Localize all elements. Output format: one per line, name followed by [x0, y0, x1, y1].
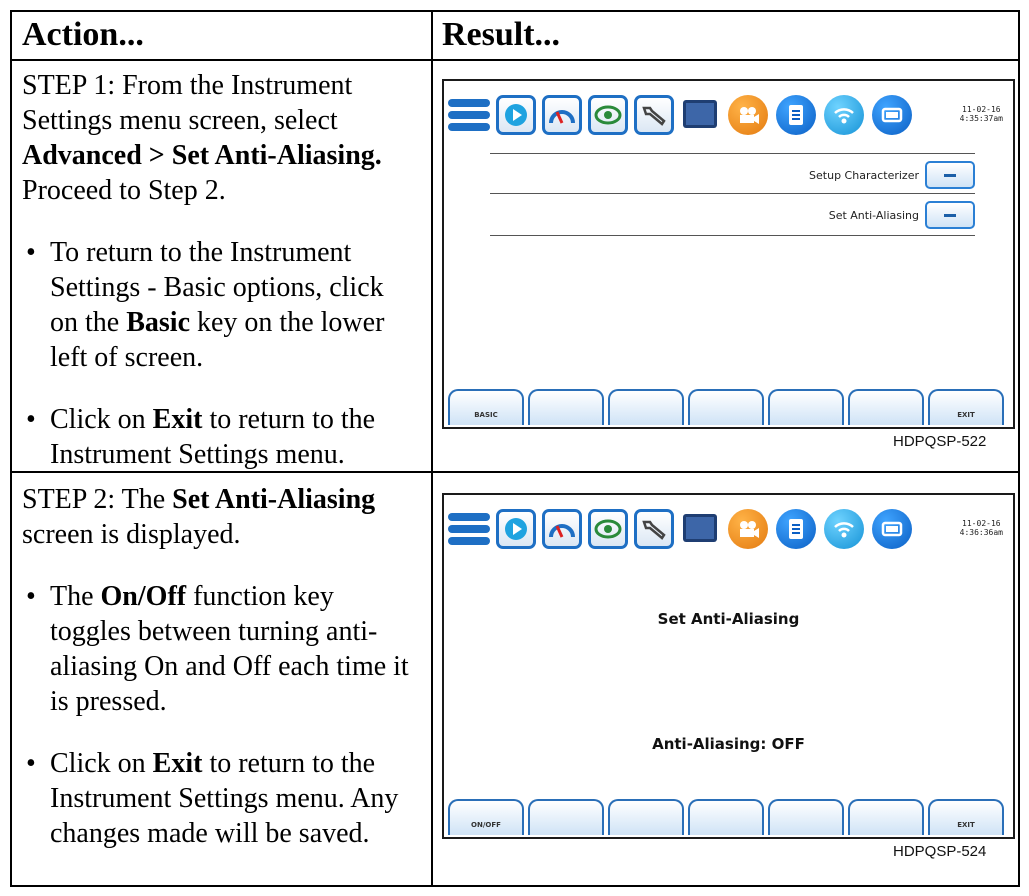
eye-icon[interactable] [588, 95, 628, 135]
exit-key-ref: Exit [152, 748, 203, 779]
bullet-line: toggles between turning anti- [50, 616, 378, 647]
date-text: 11-02-16 [962, 519, 1001, 528]
date-text: 11-02-16 [962, 105, 1001, 114]
play-icon[interactable] [496, 509, 536, 549]
bullet-line: Instrument Settings menu. [50, 439, 345, 470]
bullet-text: Click on [50, 748, 153, 779]
function-key-4[interactable] [688, 389, 764, 425]
step1-line: Settings menu screen, select [22, 105, 338, 136]
separator [490, 193, 975, 194]
step1-line: Proceed to Step 2. [22, 175, 226, 206]
column-divider [431, 12, 433, 885]
header-divider [12, 59, 1018, 61]
onoff-key-ref: On/Off [100, 581, 187, 612]
gauge-icon[interactable] [542, 95, 582, 135]
on-off-key[interactable]: ON/OFF [448, 799, 524, 835]
screen-set-anti-aliasing: 11-02-16 4:36:36am Set Anti-Aliasing Ant… [442, 493, 1015, 839]
bullet-line: Settings - Basic options, click [50, 272, 384, 303]
step1-line: STEP 1: From the Instrument [22, 70, 353, 101]
datetime-display: 11-02-16 4:35:37am [960, 105, 1003, 123]
wifi-icon[interactable] [824, 509, 864, 549]
function-key-3[interactable] [608, 799, 684, 835]
gauge-icon[interactable] [542, 509, 582, 549]
basic-key[interactable]: BASIC [448, 389, 524, 425]
step2-text: STEP 2: The [22, 484, 173, 515]
menu-icon[interactable] [448, 509, 490, 549]
step2-instructions: STEP 2: The Set Anti-Aliasing screen is … [22, 482, 422, 851]
function-key-bar: BASIC EXIT [448, 387, 1009, 425]
function-key-6[interactable] [848, 799, 924, 835]
camera-icon[interactable] [728, 95, 768, 135]
function-key-5[interactable] [768, 799, 844, 835]
bullet-line: To return to the Instrument [50, 237, 352, 268]
bullet-line: is pressed. [50, 686, 167, 717]
bullet-line: Instrument Settings menu. Any [50, 783, 399, 814]
bullet-line: left of screen. [50, 342, 204, 373]
menu-icon[interactable] [448, 95, 490, 135]
icon-toolbar: 11-02-16 4:36:36am [444, 495, 1013, 555]
figure-caption: HDPQSP-524 [893, 843, 987, 860]
bullet-text: key on the lower [190, 307, 385, 338]
step2-bullet-exit: • Click on Exit to return to the Instrum… [26, 748, 399, 849]
step1-bullet-exit: • Click on Exit to return to the Instrum… [26, 404, 376, 470]
set-anti-aliasing-button[interactable] [925, 201, 975, 229]
basic-key-ref: Basic [126, 307, 190, 338]
exit-key[interactable]: EXIT [928, 389, 1004, 425]
screen-title: Set Anti-Aliasing [657, 610, 800, 628]
wifi-icon[interactable] [824, 95, 864, 135]
bullet-text: on the [50, 307, 127, 338]
time-text: 4:35:37am [959, 114, 1003, 123]
document-icon[interactable] [776, 509, 816, 549]
time-text: 4:36:36am [959, 528, 1003, 537]
action-header: Action... [22, 16, 144, 53]
exit-key-ref: Exit [152, 404, 203, 435]
function-key-2[interactable] [528, 799, 604, 835]
bullet-line: changes made will be saved. [50, 818, 370, 849]
function-key-4[interactable] [688, 799, 764, 835]
wrench-icon[interactable] [634, 509, 674, 549]
function-key-bar: ON/OFF EXIT [448, 797, 1009, 835]
datetime-display: 11-02-16 4:36:36am [960, 519, 1003, 537]
bullet-text: The [50, 581, 101, 612]
play-icon[interactable] [496, 95, 536, 135]
monitor-icon[interactable] [680, 95, 720, 135]
step2-bullet-onoff: • The On/Off function key toggles betwee… [26, 581, 409, 717]
eye-icon[interactable] [588, 509, 628, 549]
bullet-line: aliasing On and Off each time it [50, 651, 409, 682]
battery-icon[interactable] [872, 509, 912, 549]
function-key-6[interactable] [848, 389, 924, 425]
camera-icon[interactable] [728, 509, 768, 549]
battery-icon[interactable] [872, 95, 912, 135]
result-header: Result... [442, 16, 561, 53]
bullet-text: to return to the [202, 748, 376, 779]
document-icon[interactable] [776, 95, 816, 135]
step2-screen-name: Set Anti-Aliasing [172, 484, 376, 515]
set-anti-aliasing-row: Set Anti-Aliasing [829, 201, 975, 229]
screen-advanced-settings: 11-02-16 4:35:37am Setup Characterizer S… [442, 79, 1015, 429]
setup-characterizer-label: Setup Characterizer [809, 168, 919, 182]
set-anti-aliasing-label: Set Anti-Aliasing [828, 208, 919, 222]
setup-characterizer-button[interactable] [925, 161, 975, 189]
bullet-text: function key [186, 581, 334, 612]
step1-instructions: STEP 1: From the Instrument Settings men… [22, 68, 422, 472]
exit-key[interactable]: EXIT [928, 799, 1004, 835]
bullet-text: to return to the [202, 404, 376, 435]
step1-bullet-basic: • To return to the Instrument Settings -… [26, 237, 385, 373]
setup-characterizer-row: Setup Characterizer [809, 161, 975, 189]
step1-menu-path: Advanced > Set Anti-Aliasing. [22, 140, 382, 171]
minus-icon [944, 173, 956, 177]
function-key-2[interactable] [528, 389, 604, 425]
wrench-icon[interactable] [634, 95, 674, 135]
icon-toolbar: 11-02-16 4:35:37am [444, 81, 1013, 141]
step2-line: screen is displayed. [22, 519, 241, 550]
minus-icon [944, 213, 956, 217]
bullet-text: Click on [50, 404, 153, 435]
separator [490, 235, 975, 236]
function-key-3[interactable] [608, 389, 684, 425]
figure-caption: HDPQSP-522 [893, 433, 987, 450]
monitor-icon[interactable] [680, 509, 720, 549]
separator [490, 153, 975, 154]
function-key-5[interactable] [768, 389, 844, 425]
anti-aliasing-status: Anti-Aliasing: OFF [652, 735, 805, 753]
